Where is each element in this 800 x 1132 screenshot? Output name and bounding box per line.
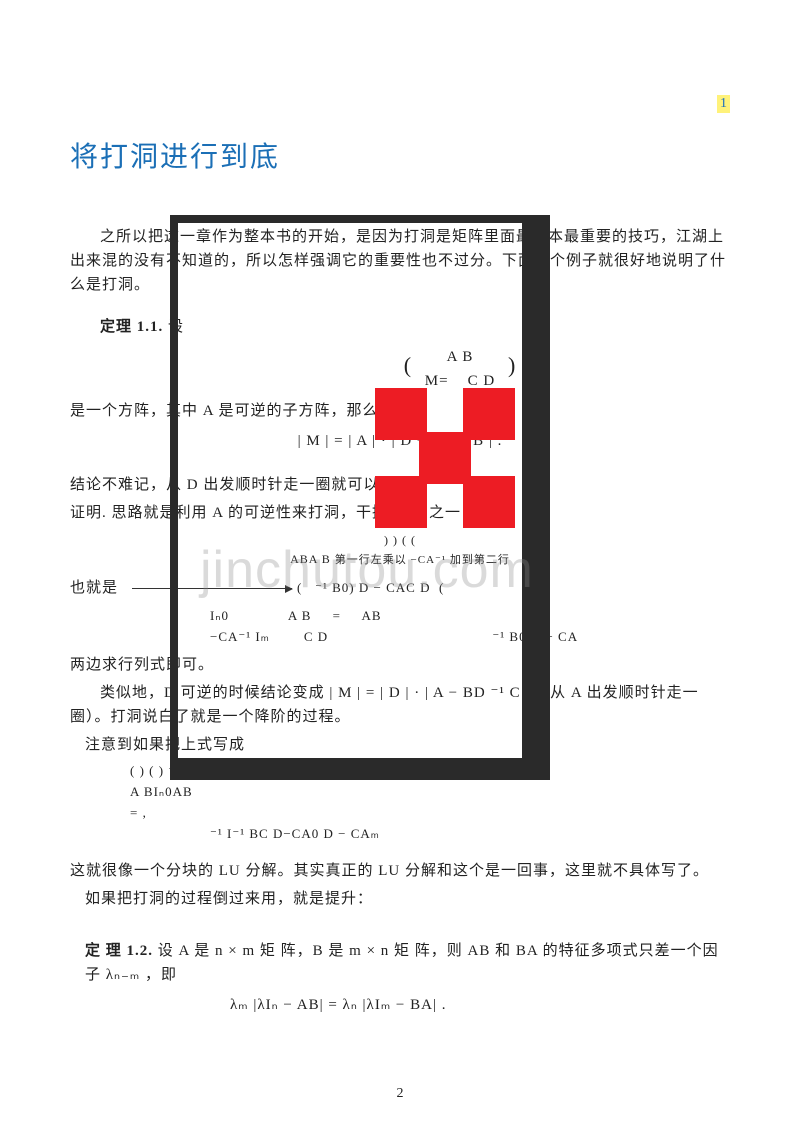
- reverse-line: 如果把打洞的过程倒过来用，就是提升：: [85, 887, 730, 911]
- arrow-icon: [132, 588, 292, 589]
- document-page: 1 将打洞进行到底 之所以把这一章作为整本书的开始，是因为打洞是矩阵里面最基本最…: [0, 0, 800, 1132]
- note-line: 注意到如果把上式写成: [85, 733, 730, 757]
- det-line: 两边求行列式即可。: [70, 653, 730, 677]
- page-number-bottom: 2: [397, 1086, 404, 1102]
- frag-b: A BIₙ0AB: [130, 782, 730, 803]
- also-line: 也就是 ( ⁻¹ B0) D − CAC D (: [70, 576, 730, 600]
- theorem-1: 定理 1.1. 设: [100, 315, 730, 339]
- page-number-top: 1: [717, 95, 730, 113]
- also-label: 也就是: [70, 580, 118, 596]
- block2-f: ⁻¹ B0) D − CAC D: [315, 580, 430, 595]
- block2-c: A B: [288, 608, 312, 623]
- theorem-2: 定 理 1.2. 设 A 是 n × m 矩 阵，B 是 m × n 矩 阵，则…: [85, 939, 730, 987]
- proof-frag-1: ABA B: [290, 552, 331, 566]
- similar-paragraph: 类似地，D 可逆的时候结论变成 | M | = | D | · | A − BD…: [70, 681, 730, 729]
- frag-block: ( ) ( ) ⁻¹ ( ) A BIₙ0AB = , ⁻¹ I⁻¹ BC D−…: [130, 761, 730, 844]
- frag-d: ⁻¹ I⁻¹ BC D−CA0 D − CAₘ: [210, 824, 730, 845]
- block2-g: ⁻¹ B0 D − CA: [492, 629, 578, 644]
- theorem-1-label: 定理 1.1.: [100, 319, 163, 335]
- intro-paragraph: 之所以把这一章作为整本书的开始，是因为打洞是矩阵里面最基本最重要的技巧，江湖上出…: [70, 225, 730, 297]
- block2-e: AB: [362, 608, 382, 623]
- theorem-1-result: | M | = | A | · | D − CA⁻¹ B | .: [70, 429, 730, 453]
- proof-lead: 证明. 思路就是利用 A 的可逆性来打洞，干掉 B, C 之一：: [70, 501, 730, 525]
- matrix-lhs: M=: [425, 373, 449, 389]
- block2-d: C D: [304, 629, 328, 644]
- frag-a: ( ) ( ) ⁻¹ ( ): [130, 761, 730, 782]
- proof-step-note: 第一行左乘以 −CA⁻¹ 加到第二行: [335, 554, 510, 566]
- proof-step-1: ) ) ( ( ABA B 第一行左乘以 −CA⁻¹ 加到第二行: [70, 531, 730, 570]
- theorem-2-label: 定 理 1.2.: [85, 943, 153, 959]
- matrix-row-2: C D: [468, 373, 496, 389]
- theorem-1-condition: 是一个方阵，其中 A 是可逆的子方阵，那么: [70, 399, 730, 423]
- proof-block-2: Iₙ0 A B = AB −CA⁻¹ Iₘ C D ⁻¹ B0 D − CA: [210, 606, 730, 648]
- theorem-1-matrix: ( A B M= C D ): [190, 345, 730, 393]
- block2-b: −CA⁻¹ Iₘ: [210, 629, 270, 644]
- block2-a: Iₙ0: [210, 608, 229, 623]
- frag-c: = ,: [130, 803, 730, 824]
- theorem-2-body: 设 A 是 n × m 矩 阵，B 是 m × n 矩 阵，则 AB 和 BA …: [85, 943, 719, 983]
- matrix-row-1: A B: [447, 349, 474, 365]
- lu-paragraph: 这就很像一个分块的 LU 分解。其实真正的 LU 分解和这个是一回事，这里就不具…: [70, 859, 730, 883]
- page-title: 将打洞进行到底: [70, 135, 730, 175]
- memo-line: 结论不难记，从 D 出发顺时针走一圈就可以了。: [70, 473, 730, 497]
- theorem-1-lead: 设: [168, 319, 184, 335]
- theorem-2-formula: λₘ |λIₙ − AB| = λₙ |λIₘ − BA| .: [230, 993, 730, 1017]
